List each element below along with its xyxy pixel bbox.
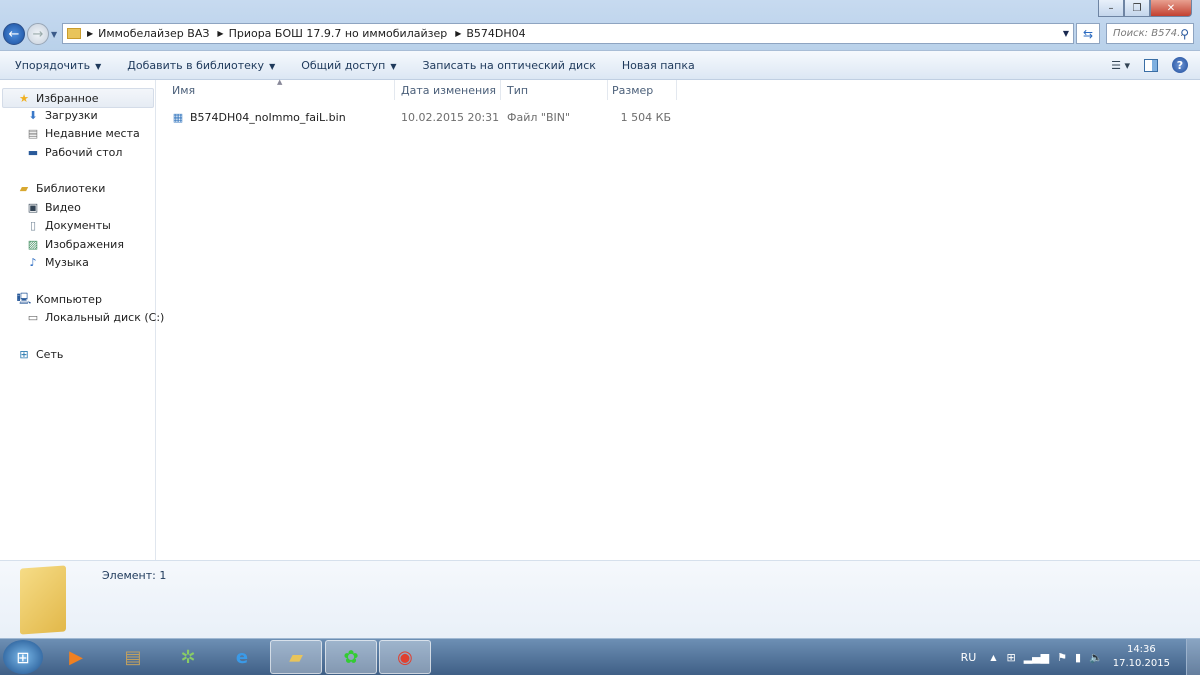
computer-icon: 🖳 [16, 292, 32, 305]
details-pane: Элемент: 1 [0, 560, 1200, 638]
breadcrumb-item[interactable]: B574DH04 [466, 27, 525, 40]
music-icon: ♪ [29, 256, 37, 269]
add-to-library-button[interactable]: Добавить в библиотеку ▼ [127, 59, 275, 72]
volume-icon[interactable]: 🔈 [1089, 651, 1103, 664]
app-icon[interactable]: ▤ [107, 640, 159, 674]
network-icon: ⊞ [19, 348, 29, 361]
sidebar-item-favorites[interactable]: ★ Избранное [2, 88, 154, 108]
refresh-button[interactable]: ⇆ [1076, 23, 1100, 44]
libraries-icon: ▰ [19, 182, 29, 195]
recent-pages-dropdown[interactable]: ▼ [51, 30, 57, 39]
preview-pane-icon[interactable] [1144, 58, 1158, 72]
file-date: 10.02.2015 20:31 [401, 111, 500, 124]
network-app-icon[interactable]: ✲ [162, 640, 214, 674]
recent-places-icon: ▤ [27, 127, 39, 140]
organize-button[interactable]: Упорядочить ▼ [15, 59, 101, 72]
clock[interactable]: 14:36 17.10.2015 [1113, 643, 1170, 671]
view-options-icon[interactable]: ☰ ▾ [1111, 59, 1130, 72]
power-icon[interactable]: ▮ [1075, 651, 1081, 664]
navigation-pane: ★ Избранное ⬇ Загрузки ▤ Недавние места ▬ Ра… [0, 80, 164, 560]
sort-arrow-icon: ▲ [277, 78, 283, 86]
sidebar-item-network[interactable]: ⊞ Сеть [17, 348, 63, 361]
sidebar-item-images[interactable]: ▨ Изображения [26, 238, 124, 251]
downloads-icon: ⬇ [28, 109, 38, 122]
close-button[interactable]: ✕ [1150, 0, 1192, 17]
file-row[interactable]: ▦ B574DH04_noImmo_faiL.bin 10.02.2015 20… [171, 109, 681, 126]
sidebar-item-computer[interactable]: 🖳 Компьютер [16, 292, 102, 306]
file-name: B574DH04_noImmo_faiL.bin [190, 111, 346, 124]
share-button[interactable]: Общий доступ ▼ [301, 59, 396, 72]
file-type: Файл "BIN" [507, 111, 571, 124]
language-indicator[interactable]: RU [961, 651, 977, 664]
internet-explorer-icon[interactable]: e [216, 640, 268, 674]
windows-logo-icon: ⊞ [16, 647, 30, 667]
taskbar: ⊞ ▶ ▤ ✲ e ▰ ✿ ◉ RU ▲ ⊞ ▂▄▆ ⚑ ▮ 🔈 14:36 17… [0, 638, 1200, 675]
signal-icon[interactable]: ▂▄▆ [1024, 651, 1049, 664]
search-icon: ⚲ [1180, 26, 1189, 41]
column-header-type[interactable]: Тип [507, 84, 528, 104]
sidebar-item-libraries[interactable]: ▰ Библиотеки [17, 182, 106, 195]
sidebar-item-local-disk[interactable]: ▭ Локальный диск (C:) [26, 311, 165, 324]
new-folder-button[interactable]: Новая папка [622, 59, 695, 72]
start-button[interactable]: ⊞ [3, 640, 43, 674]
sidebar-item-video[interactable]: ▣ Видео [26, 201, 81, 214]
disk-icon: ▭ [27, 311, 39, 324]
icq-icon[interactable]: ✿ [325, 640, 377, 674]
breadcrumb-item[interactable]: Приора БОШ 17.9.7 но иммобилайзер [229, 27, 448, 40]
show-desktop-button[interactable] [1186, 639, 1200, 675]
explorer-icon[interactable]: ▰ [270, 640, 322, 674]
address-bar[interactable]: ▶ Иммобелайзер ВАЗ ▶ Приора БОШ 17.9.7 но … [62, 23, 1074, 44]
address-dropdown[interactable]: ▼ [1063, 29, 1069, 38]
system-tray: RU ▲ ⊞ ▂▄▆ ⚑ ▮ 🔈 14:36 17.10.2015 [961, 639, 1200, 675]
media-player-icon[interactable]: ▶ [50, 640, 102, 674]
column-header-name[interactable]: Имя [172, 84, 195, 104]
maximize-button[interactable]: ❐ [1124, 0, 1150, 17]
video-icon: ▣ [27, 201, 39, 214]
item-count: Элемент: 1 [102, 569, 167, 582]
search-input[interactable]: Поиск: B574... ⚲ [1106, 23, 1194, 44]
sidebar-item-downloads[interactable]: ⬇ Загрузки [26, 109, 97, 122]
images-icon: ▨ [27, 238, 39, 251]
column-header-date[interactable]: Дата изменения [401, 84, 496, 104]
documents-icon: ▯ [29, 219, 37, 232]
file-size: 1 504 КБ [620, 111, 671, 124]
forward-button[interactable]: → [27, 23, 49, 45]
folder-icon [67, 28, 81, 39]
sidebar-item-desktop[interactable]: ▬ Рабочий стол [26, 146, 123, 159]
column-header-size[interactable]: Размер [612, 84, 653, 104]
sidebar-item-music[interactable]: ♪ Музыка [26, 256, 88, 269]
file-list: ▲ Имя Дата изменения Тип Размер ▦ B574DH… [157, 78, 1200, 560]
flag-icon[interactable]: ⚑ [1057, 651, 1067, 664]
back-button[interactable]: ← [3, 23, 25, 45]
help-icon[interactable]: ? [1172, 57, 1188, 73]
chrome-icon[interactable]: ◉ [379, 640, 431, 674]
desktop-icon: ▬ [27, 146, 39, 159]
sidebar-item-documents[interactable]: ▯ Документы [26, 219, 111, 232]
windows-icon[interactable]: ⊞ [1006, 651, 1015, 664]
minimize-button[interactable]: – [1098, 0, 1124, 17]
command-bar: Упорядочить ▼ Добавить в библиотеку ▼ Общи… [0, 50, 1200, 80]
burn-button[interactable]: Записать на оптический диск [422, 59, 595, 72]
star-icon: ★ [19, 91, 29, 105]
bin-file-icon: ▦ [172, 111, 184, 124]
sidebar-item-recent[interactable]: ▤ Недавние места [26, 127, 140, 140]
show-hidden-icons[interactable]: ▲ [990, 653, 996, 662]
folder-icon [20, 565, 66, 635]
title-bar: – ❐ ✕ ← → ▼ ▶ Иммобелайзер ВАЗ ▶ Приора БО… [0, 0, 1200, 50]
breadcrumb-item[interactable]: Иммобелайзер ВАЗ [98, 27, 209, 40]
